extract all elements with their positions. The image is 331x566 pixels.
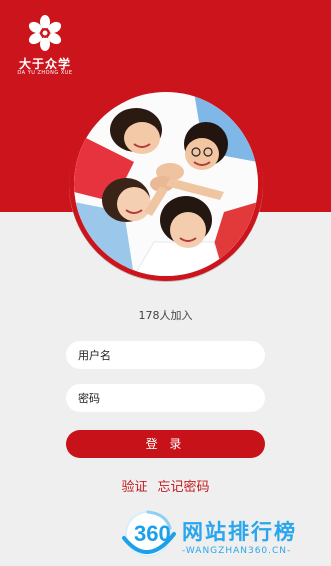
brand-name-en: DA YU ZHONG XUE: [17, 70, 73, 76]
site-watermark: 360 网站排行榜 -WANGZHAN360.CN-: [118, 508, 328, 564]
auth-links: 验证 忘记密码: [0, 476, 331, 495]
group-of-students-photo: [74, 92, 258, 276]
watermark-subtitle: -WANGZHAN360.CN-: [182, 546, 292, 556]
username-input[interactable]: [66, 341, 265, 369]
verify-link[interactable]: 验证: [121, 480, 147, 495]
flower-logo-icon: [28, 15, 62, 51]
forgot-password-link[interactable]: 忘记密码: [158, 480, 210, 495]
password-input[interactable]: [66, 384, 265, 412]
students-illustration: [74, 92, 258, 276]
brand-logo: 大于众学 DA YU ZHONG XUE: [14, 15, 76, 76]
join-count-text: 178人加入: [138, 309, 193, 322]
watermark-title: 网站排行榜: [182, 520, 297, 544]
login-button[interactable]: 登 录: [66, 430, 265, 458]
watermark-number: 360: [134, 521, 171, 546]
